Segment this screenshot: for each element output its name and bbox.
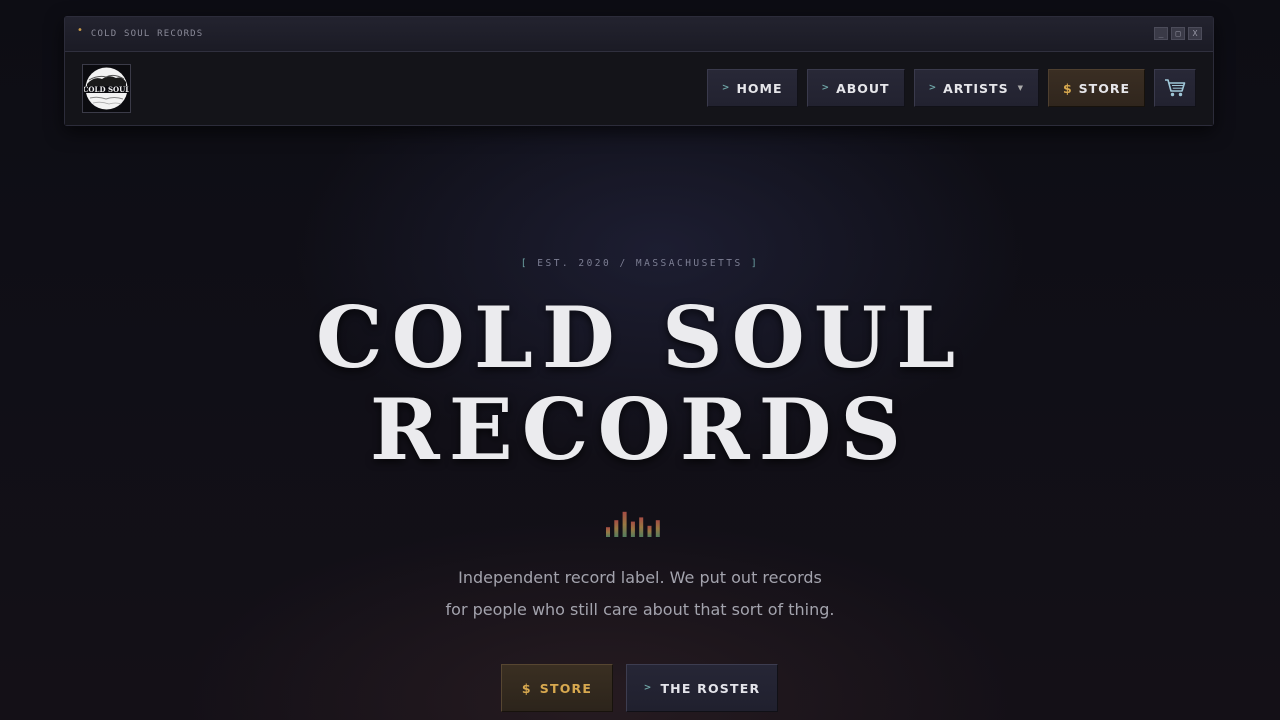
dollar-icon: $ [1062,80,1073,96]
hero-title-line2: RECORDS [369,380,911,479]
chevron-right-icon: > [928,83,938,93]
close-button[interactable]: X [1188,27,1202,40]
logo[interactable]: COLD SOUL [82,64,131,113]
established-text: EST. 2020 / MASSACHUSETTS [537,258,743,269]
bracket-close: ] [750,258,760,269]
logo-image: COLD SOUL [84,67,129,110]
cart-icon [1165,79,1186,97]
title-dot-icon: • [77,25,83,36]
store-cta-button[interactable]: $ STORE [501,664,613,712]
maximize-button[interactable]: □ [1171,27,1185,40]
navbar: COLD SOUL > HOME > ABOUT > ARTISTS ▼ $ S… [65,52,1213,125]
nav-about-button[interactable]: > ABOUT [806,69,905,107]
hero-description: Independent record label. We put out rec… [0,562,1280,626]
logo-text: COLD SOUL [84,85,129,94]
nav-artists-button[interactable]: > ARTISTS ▼ [913,69,1039,107]
hero-title: COLD SOUL RECORDS [0,292,1280,476]
nav-store-label: STORE [1078,80,1130,96]
hero-description-line2: for people who still care about that sor… [445,600,835,619]
equalizer-bar [622,511,627,537]
equalizer-bar [639,517,644,537]
equalizer-bar [655,520,660,537]
window-titlebar: • COLD SOUL RECORDS _ □ X [65,17,1213,52]
established-tagline: [ EST. 2020 / MASSACHUSETTS ] [0,258,1280,269]
app-window: • COLD SOUL RECORDS _ □ X COLD SOUL > HO… [64,16,1214,126]
nav-store-button[interactable]: $ STORE [1047,69,1145,107]
minimize-button[interactable]: _ [1154,27,1168,40]
roster-cta-button[interactable]: > THE ROSTER [626,664,778,712]
equalizer-bar [630,521,635,537]
bracket-open: [ [520,258,530,269]
equalizer-bar [614,520,619,537]
chevron-right-icon: > [643,683,653,693]
nav-artists-label: ARTISTS [943,80,1009,96]
equalizer-bar [606,527,610,537]
equalizer-bar [647,525,652,537]
nav-home-label: HOME [736,80,783,96]
cta-group: $ STORE > THE ROSTER [501,664,778,712]
chevron-right-icon: > [721,83,731,93]
chevron-down-icon: ▼ [1017,84,1024,92]
equalizer-icon [606,511,660,537]
hero-title-line1: COLD SOUL [315,288,965,387]
chevron-right-icon: > [821,83,831,93]
hero-description-line1: Independent record label. We put out rec… [458,568,822,587]
window-title: COLD SOUL RECORDS [90,29,204,39]
nav-home-button[interactable]: > HOME [706,69,798,107]
cart-button[interactable] [1154,69,1196,107]
roster-cta-label: THE ROSTER [660,680,761,696]
nav-about-label: ABOUT [836,80,890,96]
dollar-icon: $ [521,680,532,696]
nav-menu: > HOME > ABOUT > ARTISTS ▼ $ STORE [706,69,1196,107]
store-cta-label: STORE [539,680,593,696]
window-controls: _ □ X [1154,27,1202,40]
